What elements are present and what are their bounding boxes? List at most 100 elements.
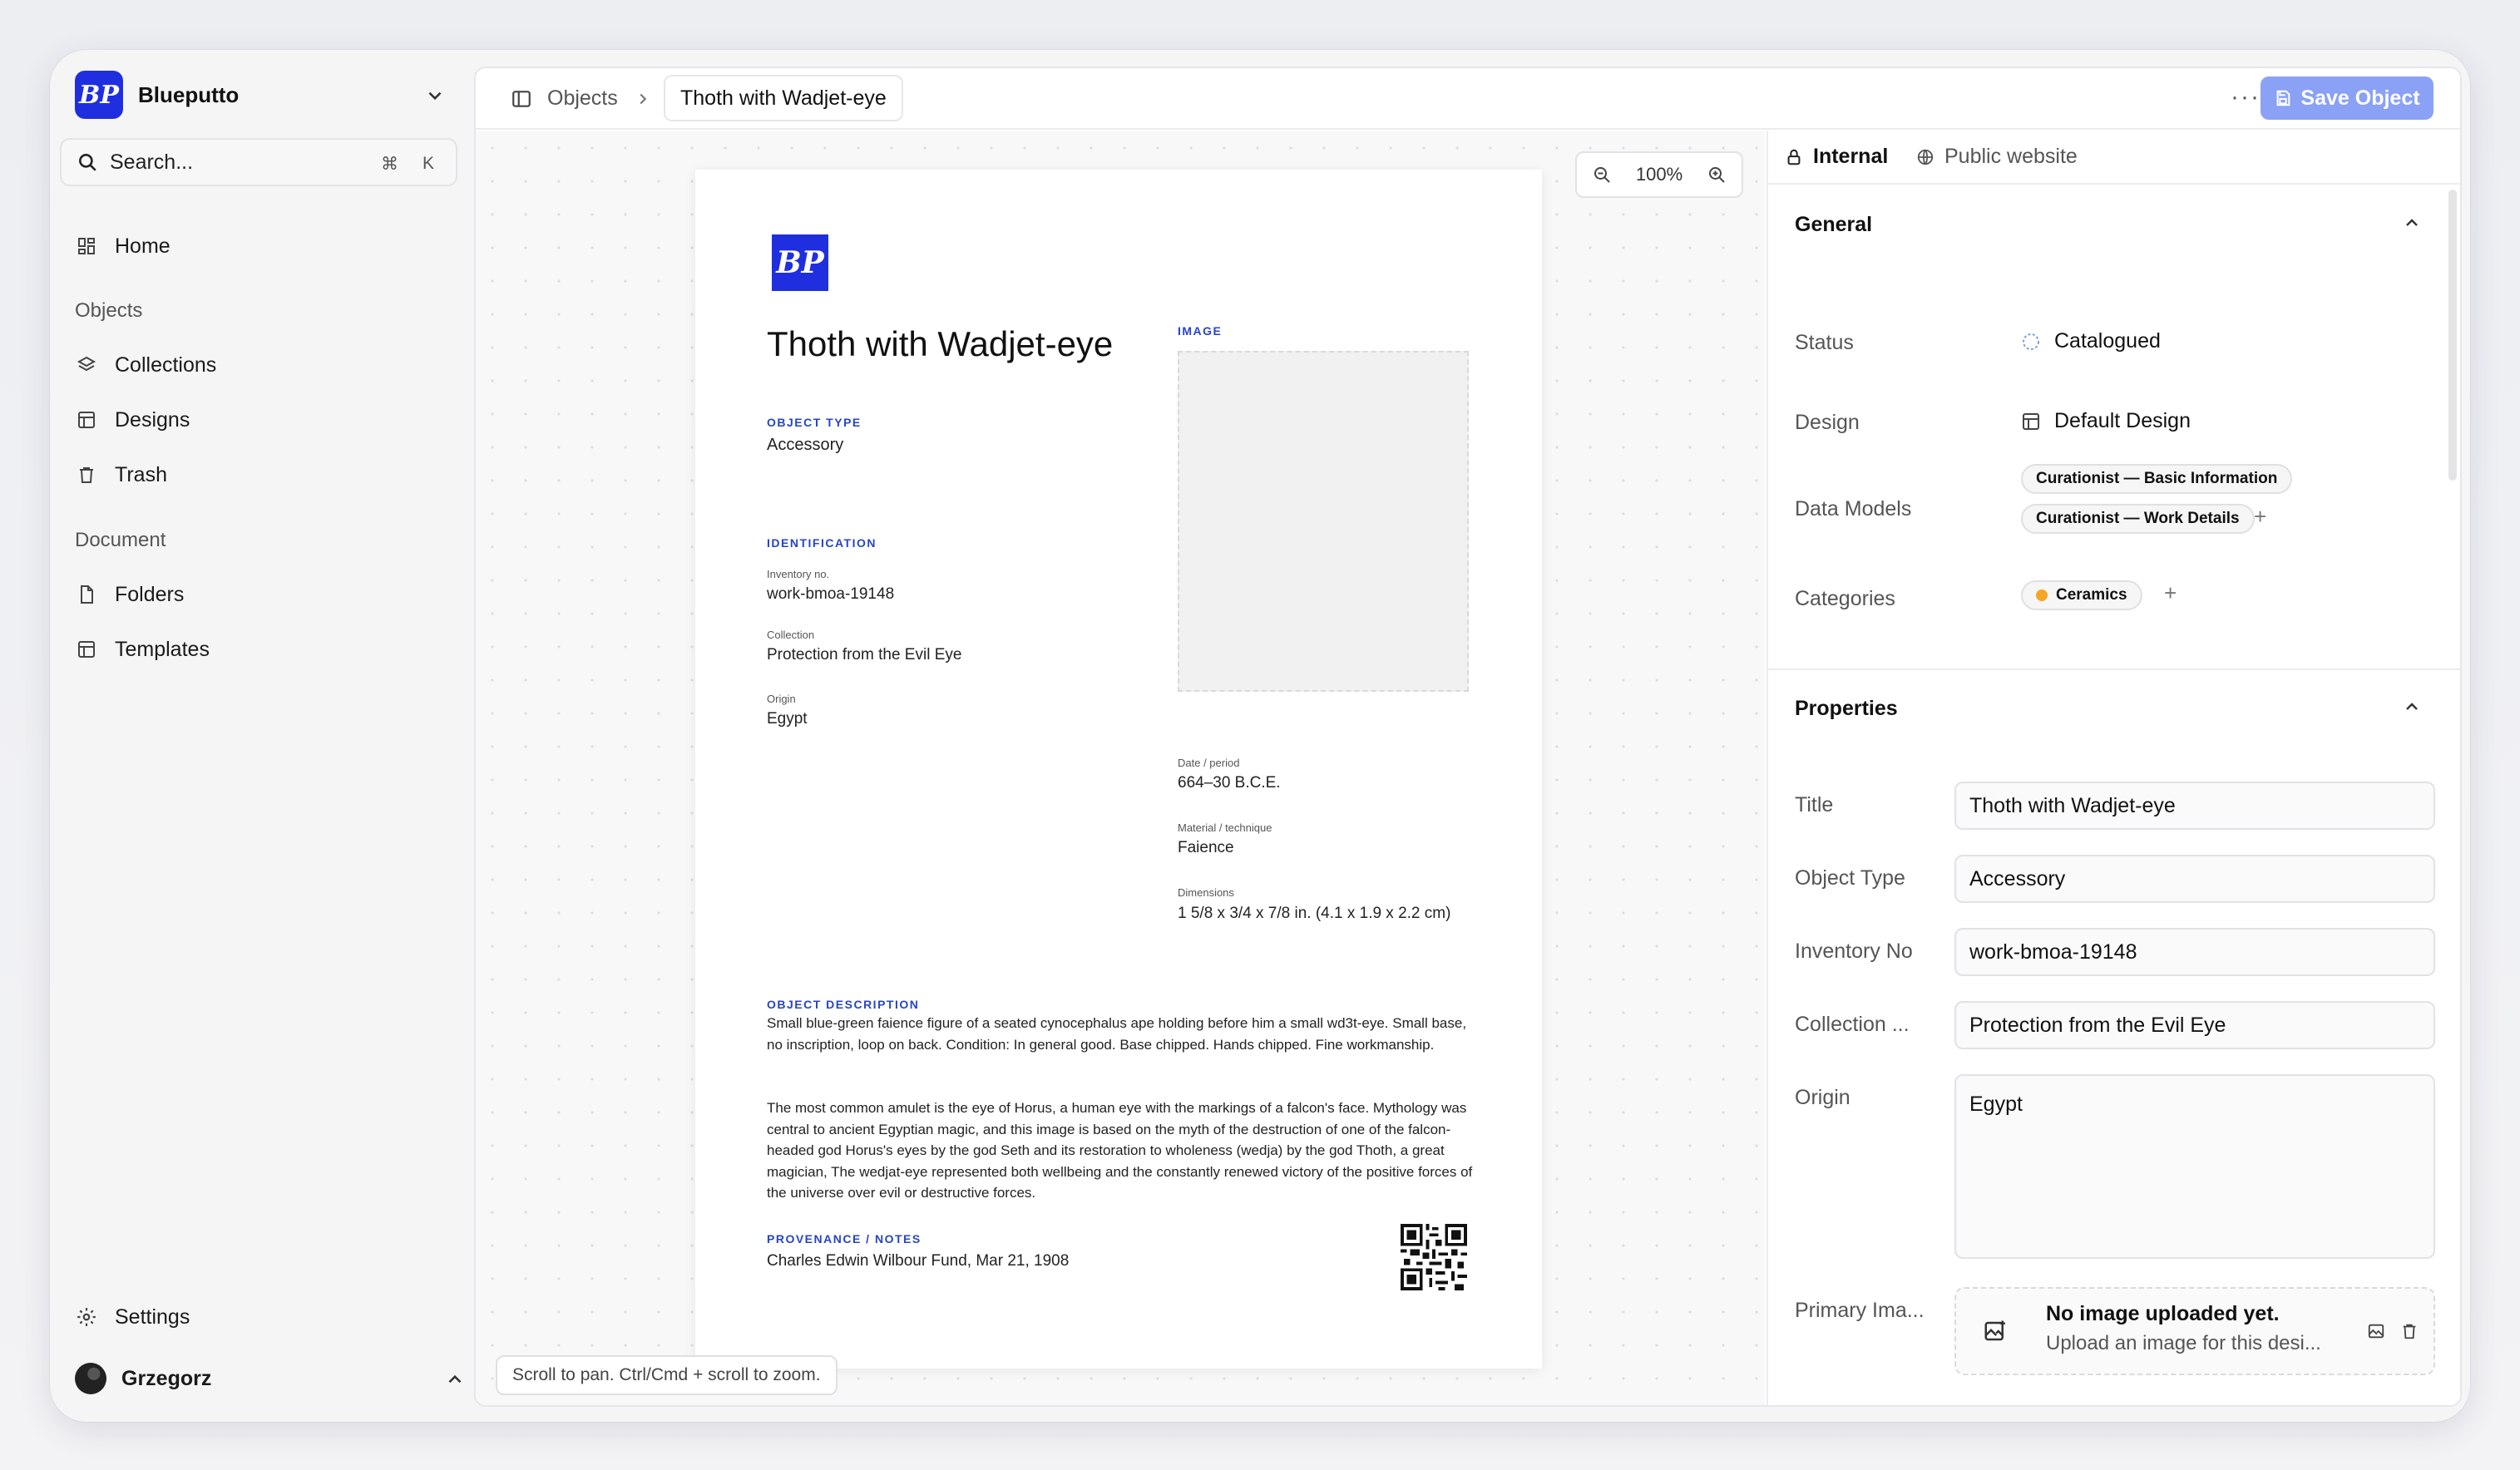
sidebar-item-trash[interactable]: Trash <box>75 451 167 498</box>
sidebar-item-label: Designs <box>115 407 190 432</box>
document-logo: BP <box>772 234 828 291</box>
chevron-down-icon <box>428 91 442 101</box>
data-model-chip[interactable]: Curationist — Work Details <box>2021 504 2255 534</box>
description-paragraph-1: Small blue-green faience figure of a sea… <box>767 1015 1467 1053</box>
tab-label: Internal <box>1813 145 1889 168</box>
zoom-control: 100% <box>1575 151 1743 198</box>
sidebar-item-collections[interactable]: Collections <box>75 342 216 388</box>
shortcut-key: K <box>422 154 435 173</box>
qr-code-icon <box>1401 1224 1467 1290</box>
divider <box>1768 668 2460 670</box>
workspace-logo: BP <box>75 71 123 119</box>
upload-subtitle: Upload an image for this desi... <box>2046 1332 2321 1354</box>
save-label: Save Object <box>2300 86 2420 110</box>
collection-label: Collection ... <box>1795 1013 1910 1036</box>
categories-label: Categories <box>1795 587 1895 610</box>
sidebar-item-home[interactable]: Home <box>75 223 170 269</box>
sidebar: BP Blueputto Search... ⌘ K Home Objects … <box>50 50 474 1422</box>
provenance-caption: PROVENANCE / NOTES <box>767 1232 922 1246</box>
object-type-caption: OBJECT TYPE <box>767 416 862 429</box>
status-value[interactable]: Catalogued <box>2021 329 2161 353</box>
zoom-level: 100% <box>1635 164 1683 185</box>
tab-internal[interactable]: Internal <box>1785 145 1888 169</box>
document-title: Thoth with Wadjet-eye <box>767 324 1114 363</box>
status-label: Status <box>1795 331 1854 354</box>
more-options-button[interactable]: ··· <box>2231 83 2261 111</box>
main-area: Objects Thoth with Wadjet-eye ··· Save O… <box>474 67 2462 1407</box>
date-label: Date / period <box>1178 757 1240 769</box>
object-type-field[interactable]: Accessory <box>1954 855 2435 903</box>
collection-value: Protection from the Evil Eye <box>767 646 962 663</box>
origin-field[interactable]: Egypt <box>1954 1074 2435 1259</box>
globe-icon <box>1917 149 1934 165</box>
breadcrumb-current[interactable]: Thoth with Wadjet-eye <box>664 75 903 121</box>
sidebar-item-templates[interactable]: Templates <box>75 626 210 673</box>
status-text: Catalogued <box>2054 329 2161 353</box>
status-circle-icon <box>2023 333 2039 350</box>
image-icon[interactable] <box>2367 1322 2385 1340</box>
data-model-chip[interactable]: Curationist — Basic Information <box>2021 464 2293 494</box>
sidebar-item-designs[interactable]: Designs <box>75 397 190 443</box>
sidebar-toggle-icon[interactable] <box>511 88 532 110</box>
image-caption: IMAGE <box>1178 324 1223 338</box>
design-label: Design <box>1795 411 1860 434</box>
save-icon <box>2276 90 2290 106</box>
material-label: Material / technique <box>1178 821 1272 834</box>
properties-panel: Internal Public website General Status C… <box>1766 131 2460 1405</box>
data-models-label: Data Models <box>1795 497 1912 520</box>
zoom-in-icon[interactable] <box>1707 165 1727 185</box>
chevron-up-icon[interactable] <box>2402 697 2422 717</box>
chevron-right-icon <box>640 93 647 105</box>
layout-icon <box>2023 412 2039 430</box>
add-data-model-button[interactable]: + <box>2254 504 2266 530</box>
sidebar-item-folders[interactable]: Folders <box>75 571 184 618</box>
sidebar-item-label: Templates <box>115 637 210 661</box>
sidebar-item-label: Home <box>115 234 170 258</box>
user-menu[interactable]: Grzegorz <box>75 1355 466 1402</box>
origin-value: Egypt <box>767 710 808 728</box>
date-value: 664–30 B.C.E. <box>1178 774 1281 792</box>
origin-label: Origin <box>1795 1086 1850 1109</box>
save-button[interactable]: Save Object <box>2261 76 2434 120</box>
shortcut-mod: ⌘ <box>381 155 398 174</box>
description-paragraph-2: The most common amulet is the eye of Hor… <box>767 1100 1473 1201</box>
inventory-no-label: Inventory No <box>1795 940 1913 963</box>
chevron-up-icon[interactable] <box>2402 213 2422 233</box>
layout-icon <box>75 638 98 661</box>
panel-scrollbar[interactable] <box>2448 190 2457 481</box>
sidebar-item-label: Trash <box>115 462 167 486</box>
tab-public-website[interactable]: Public website <box>1916 145 2078 169</box>
document-page[interactable]: BP Thoth with Wadjet-eye OBJECT TYPE Acc… <box>695 170 1542 1369</box>
category-text: Ceramics <box>2056 586 2127 604</box>
workspace-switcher[interactable]: BP Blueputto <box>75 67 466 123</box>
inventory-no-field[interactable]: work-bmoa-19148 <box>1954 928 2435 976</box>
general-heading[interactable]: General <box>1795 213 1872 237</box>
trash-icon[interactable] <box>2400 1322 2419 1340</box>
trash-icon <box>75 463 98 486</box>
layout-icon <box>75 408 98 432</box>
image-add-icon <box>1984 1320 2005 1341</box>
user-name: Grzegorz <box>121 1366 212 1390</box>
workspace-name: Blueputto <box>138 81 240 107</box>
panel-tabs: Internal Public website <box>1768 131 2460 185</box>
design-canvas[interactable]: 100% BP Thoth with Wadjet-eye OBJECT TYP… <box>476 131 1765 1405</box>
identification-caption: IDENTIFICATION <box>767 536 877 550</box>
sidebar-item-label: Collections <box>115 353 217 377</box>
primary-image-dropzone[interactable]: No image uploaded yet. Upload an image f… <box>1954 1287 2435 1375</box>
title-field[interactable]: Thoth with Wadjet-eye <box>1954 782 2435 830</box>
section-document: Document <box>75 529 166 551</box>
dimensions-value: 1 5/8 x 3/4 x 7/8 in. (4.1 x 1.9 x 2.2 c… <box>1178 905 1451 922</box>
sidebar-item-label: Settings <box>115 1305 190 1329</box>
add-category-button[interactable]: + <box>2164 580 2177 606</box>
dimensions-label: Dimensions <box>1178 886 1234 899</box>
zoom-out-icon[interactable] <box>1592 165 1612 185</box>
inventory-label: Inventory no. <box>767 568 830 580</box>
sidebar-item-settings[interactable]: Settings <box>75 1294 190 1340</box>
category-chip[interactable]: Ceramics <box>2021 580 2142 610</box>
breadcrumb-objects[interactable]: Objects <box>547 86 618 111</box>
collection-field[interactable]: Protection from the Evil Eye <box>1954 1001 2435 1049</box>
image-placeholder[interactable] <box>1178 351 1469 692</box>
design-value[interactable]: Default Design <box>2021 409 2191 433</box>
search-button[interactable]: Search... ⌘ K <box>60 138 457 186</box>
properties-heading[interactable]: Properties <box>1795 697 1898 721</box>
